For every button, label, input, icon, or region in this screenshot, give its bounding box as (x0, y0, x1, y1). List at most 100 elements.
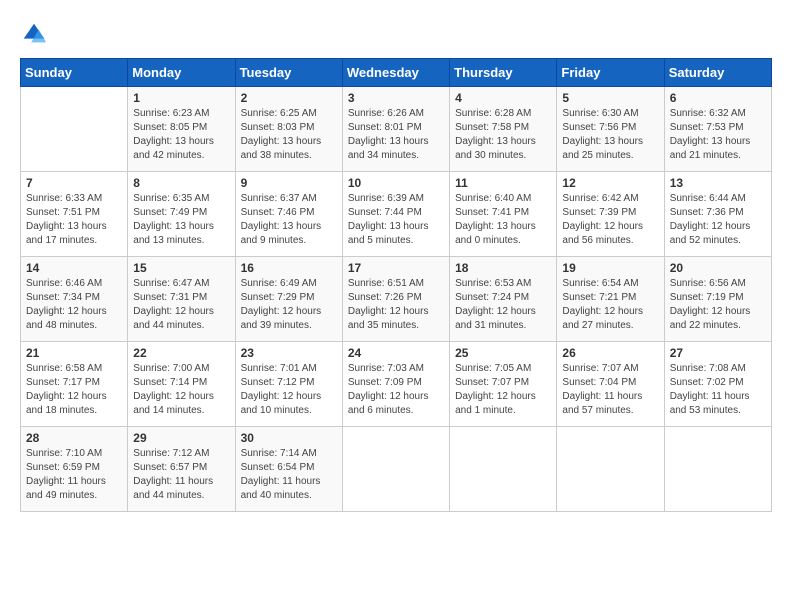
day-number: 24 (348, 346, 444, 360)
calendar-cell: 27 Sunrise: 7:08 AM Sunset: 7:02 PM Dayli… (664, 342, 771, 427)
day-info: Sunrise: 7:12 AM Sunset: 6:57 PM Dayligh… (133, 447, 229, 503)
day-number: 26 (562, 346, 658, 360)
day-number: 13 (670, 176, 766, 190)
day-number: 29 (133, 431, 229, 445)
calendar-body: 1 Sunrise: 6:23 AM Sunset: 8:05 PM Daylig… (21, 87, 772, 512)
calendar-cell: 15 Sunrise: 6:47 AM Sunset: 7:31 PM Dayli… (128, 257, 235, 342)
day-number: 8 (133, 176, 229, 190)
day-info: Sunrise: 6:46 AM Sunset: 7:34 PM Dayligh… (26, 277, 122, 333)
day-info: Sunrise: 6:40 AM Sunset: 7:41 PM Dayligh… (455, 192, 551, 248)
day-info: Sunrise: 6:42 AM Sunset: 7:39 PM Dayligh… (562, 192, 658, 248)
calendar-cell: 7 Sunrise: 6:33 AM Sunset: 7:51 PM Daylig… (21, 172, 128, 257)
week-row-2: 7 Sunrise: 6:33 AM Sunset: 7:51 PM Daylig… (21, 172, 772, 257)
day-info: Sunrise: 6:32 AM Sunset: 7:53 PM Dayligh… (670, 107, 766, 163)
day-of-week-thursday: Thursday (450, 59, 557, 87)
day-info: Sunrise: 6:54 AM Sunset: 7:21 PM Dayligh… (562, 277, 658, 333)
day-number: 27 (670, 346, 766, 360)
day-number: 21 (26, 346, 122, 360)
calendar-cell: 29 Sunrise: 7:12 AM Sunset: 6:57 PM Dayli… (128, 427, 235, 512)
day-number: 15 (133, 261, 229, 275)
day-of-week-monday: Monday (128, 59, 235, 87)
day-info: Sunrise: 6:30 AM Sunset: 7:56 PM Dayligh… (562, 107, 658, 163)
day-info: Sunrise: 6:47 AM Sunset: 7:31 PM Dayligh… (133, 277, 229, 333)
day-number: 25 (455, 346, 551, 360)
day-of-week-friday: Friday (557, 59, 664, 87)
calendar-cell: 13 Sunrise: 6:44 AM Sunset: 7:36 PM Dayli… (664, 172, 771, 257)
calendar-cell: 17Sunrise: 6:51 AM Sunset: 7:26 PM Dayli… (342, 257, 449, 342)
calendar-cell (450, 427, 557, 512)
calendar-cell (664, 427, 771, 512)
day-number: 5 (562, 91, 658, 105)
week-row-4: 21 Sunrise: 6:58 AM Sunset: 7:17 PM Dayli… (21, 342, 772, 427)
calendar-cell (557, 427, 664, 512)
calendar-cell: 21 Sunrise: 6:58 AM Sunset: 7:17 PM Dayli… (21, 342, 128, 427)
calendar-cell (342, 427, 449, 512)
day-of-week-wednesday: Wednesday (342, 59, 449, 87)
calendar-cell: 18Sunrise: 6:53 AM Sunset: 7:24 PM Dayli… (450, 257, 557, 342)
day-info: Sunrise: 6:25 AM Sunset: 8:03 PM Dayligh… (241, 107, 337, 163)
day-number: 22 (133, 346, 229, 360)
calendar-cell: 12 Sunrise: 6:42 AM Sunset: 7:39 PM Dayli… (557, 172, 664, 257)
calendar-cell: 25Sunrise: 7:05 AM Sunset: 7:07 PM Dayli… (450, 342, 557, 427)
day-number: 9 (241, 176, 337, 190)
day-number: 28 (26, 431, 122, 445)
calendar-cell: 23 Sunrise: 7:01 AM Sunset: 7:12 PM Dayli… (235, 342, 342, 427)
day-info: Sunrise: 7:01 AM Sunset: 7:12 PM Dayligh… (241, 362, 337, 418)
calendar-cell: 11 Sunrise: 6:40 AM Sunset: 7:41 PM Dayli… (450, 172, 557, 257)
day-info: Sunrise: 7:14 AM Sunset: 6:54 PM Dayligh… (241, 447, 337, 503)
day-number: 4 (455, 91, 551, 105)
calendar-cell: 22 Sunrise: 7:00 AM Sunset: 7:14 PM Dayli… (128, 342, 235, 427)
day-number: 30 (241, 431, 337, 445)
day-info: Sunrise: 6:56 AM Sunset: 7:19 PM Dayligh… (670, 277, 766, 333)
day-info: Sunrise: 7:03 AM Sunset: 7:09 PM Dayligh… (348, 362, 444, 418)
week-row-3: 14 Sunrise: 6:46 AM Sunset: 7:34 PM Dayli… (21, 257, 772, 342)
calendar-cell: 6 Sunrise: 6:32 AM Sunset: 7:53 PM Daylig… (664, 87, 771, 172)
calendar-cell: 3 Sunrise: 6:26 AM Sunset: 8:01 PM Daylig… (342, 87, 449, 172)
calendar-cell: 8 Sunrise: 6:35 AM Sunset: 7:49 PM Daylig… (128, 172, 235, 257)
day-info: Sunrise: 6:35 AM Sunset: 7:49 PM Dayligh… (133, 192, 229, 248)
day-number: 20 (670, 261, 766, 275)
calendar-cell: 16 Sunrise: 6:49 AM Sunset: 7:29 PM Dayli… (235, 257, 342, 342)
calendar-table: SundayMondayTuesdayWednesdayThursdayFrid… (20, 58, 772, 512)
calendar-cell: 19Sunrise: 6:54 AM Sunset: 7:21 PM Dayli… (557, 257, 664, 342)
day-info: Sunrise: 6:28 AM Sunset: 7:58 PM Dayligh… (455, 107, 551, 163)
calendar-cell: 10 Sunrise: 6:39 AM Sunset: 7:44 PM Dayli… (342, 172, 449, 257)
calendar-cell: 30 Sunrise: 7:14 AM Sunset: 6:54 PM Dayli… (235, 427, 342, 512)
day-number: 23 (241, 346, 337, 360)
calendar-cell (21, 87, 128, 172)
day-number: 3 (348, 91, 444, 105)
day-info: Sunrise: 6:39 AM Sunset: 7:44 PM Dayligh… (348, 192, 444, 248)
calendar-cell: 4 Sunrise: 6:28 AM Sunset: 7:58 PM Daylig… (450, 87, 557, 172)
day-info: Sunrise: 7:10 AM Sunset: 6:59 PM Dayligh… (26, 447, 122, 503)
week-row-1: 1 Sunrise: 6:23 AM Sunset: 8:05 PM Daylig… (21, 87, 772, 172)
day-info: Sunrise: 6:26 AM Sunset: 8:01 PM Dayligh… (348, 107, 444, 163)
day-info: Sunrise: 6:37 AM Sunset: 7:46 PM Dayligh… (241, 192, 337, 248)
calendar-cell: 26Sunrise: 7:07 AM Sunset: 7:04 PM Dayli… (557, 342, 664, 427)
day-number: 6 (670, 91, 766, 105)
day-number: 12 (562, 176, 658, 190)
day-number: 14 (26, 261, 122, 275)
logo-icon (20, 20, 48, 48)
day-number: 1 (133, 91, 229, 105)
day-number: 11 (455, 176, 551, 190)
days-of-week-row: SundayMondayTuesdayWednesdayThursdayFrid… (21, 59, 772, 87)
calendar-cell: 2 Sunrise: 6:25 AM Sunset: 8:03 PM Daylig… (235, 87, 342, 172)
day-info: Sunrise: 6:58 AM Sunset: 7:17 PM Dayligh… (26, 362, 122, 418)
calendar-cell: 1 Sunrise: 6:23 AM Sunset: 8:05 PM Daylig… (128, 87, 235, 172)
day-number: 2 (241, 91, 337, 105)
calendar-cell: 24 Sunrise: 7:03 AM Sunset: 7:09 PM Dayli… (342, 342, 449, 427)
day-info: Sunrise: 6:33 AM Sunset: 7:51 PM Dayligh… (26, 192, 122, 248)
day-info: Sunrise: 6:51 AM Sunset: 7:26 PM Dayligh… (348, 277, 444, 333)
day-info: Sunrise: 6:23 AM Sunset: 8:05 PM Dayligh… (133, 107, 229, 163)
day-info: Sunrise: 7:00 AM Sunset: 7:14 PM Dayligh… (133, 362, 229, 418)
day-number: 16 (241, 261, 337, 275)
day-info: Sunrise: 7:08 AM Sunset: 7:02 PM Dayligh… (670, 362, 766, 418)
day-of-week-saturday: Saturday (664, 59, 771, 87)
day-number: 7 (26, 176, 122, 190)
day-of-week-tuesday: Tuesday (235, 59, 342, 87)
day-info: Sunrise: 6:44 AM Sunset: 7:36 PM Dayligh… (670, 192, 766, 248)
day-number: 10 (348, 176, 444, 190)
calendar-cell: 28 Sunrise: 7:10 AM Sunset: 6:59 PM Dayli… (21, 427, 128, 512)
logo (20, 20, 52, 48)
day-info: Sunrise: 6:49 AM Sunset: 7:29 PM Dayligh… (241, 277, 337, 333)
